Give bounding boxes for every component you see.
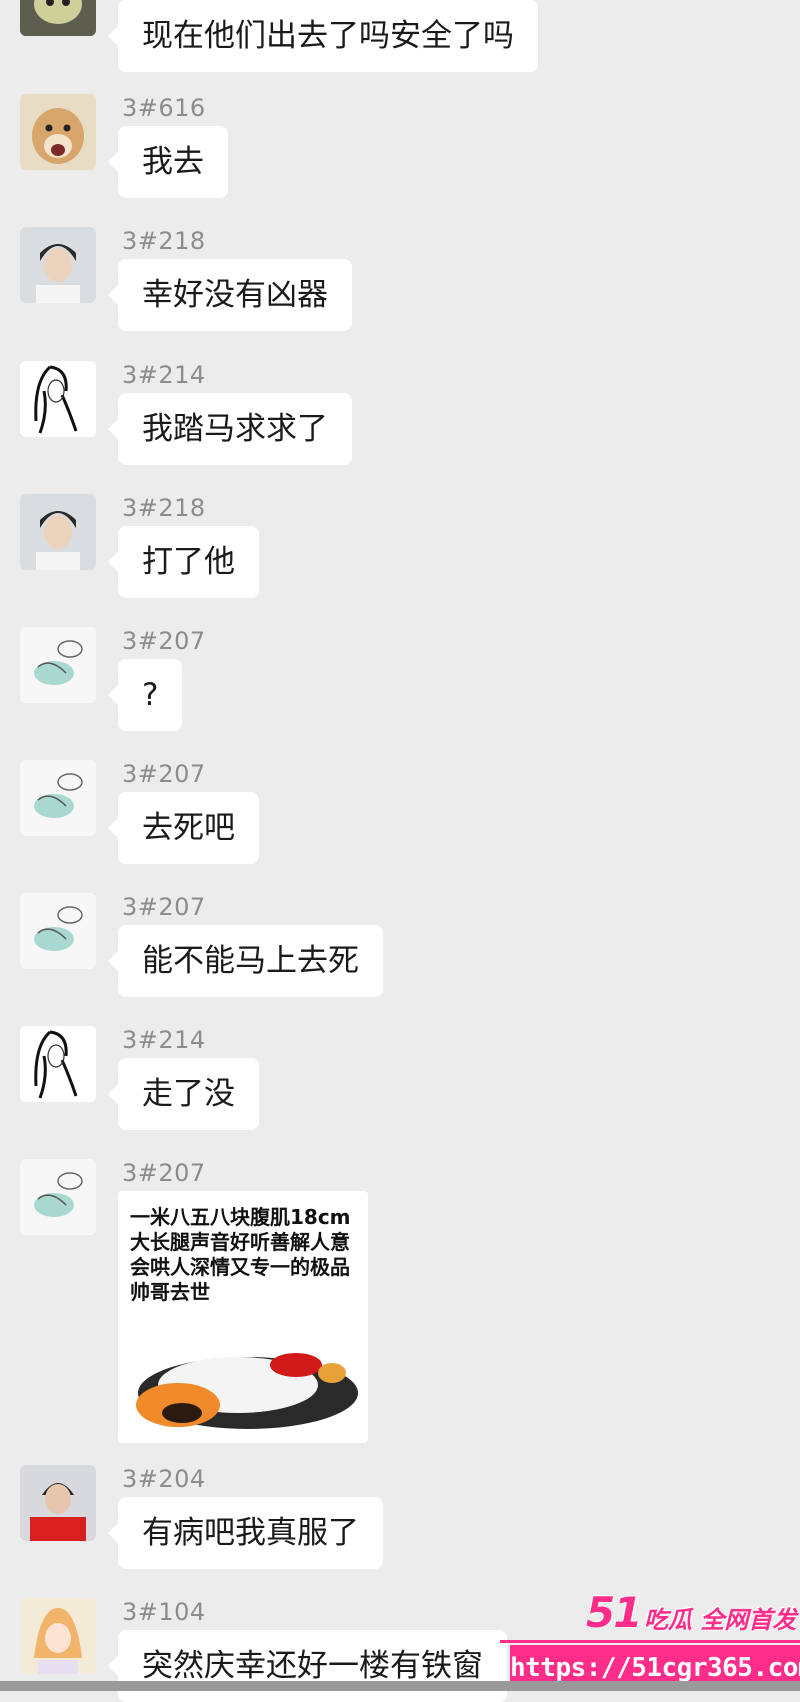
bottom-edge (0, 1681, 800, 1691)
cartoon-cat-avatar[interactable] (20, 0, 96, 36)
sender-name: 3#616 (122, 94, 206, 122)
message-bubble[interactable]: 突然庆幸还好一楼有铁窗 (108, 1630, 507, 1702)
penguin-sticker-icon (136, 1353, 358, 1429)
sender-name: 3#207 (122, 627, 206, 655)
sender-name: 3#207 (122, 893, 206, 921)
dog-avatar[interactable] (20, 94, 96, 170)
sketch-sticker-avatar[interactable] (20, 893, 96, 969)
message-bubble[interactable]: 走了没 (108, 1058, 259, 1130)
ink-sketch-woman-avatar[interactable] (20, 361, 96, 437)
message-bubble[interactable]: 现在他们出去了吗安全了吗 (108, 0, 538, 72)
watermark-divider (500, 1640, 800, 1643)
sender-name: 3#104 (122, 1598, 206, 1626)
anime-girl-avatar[interactable] (20, 1598, 96, 1674)
watermark-logo: 51 吃瓜 全网首发 (586, 1588, 800, 1638)
message-bubble[interactable]: ? (107, 659, 183, 731)
ink-sketch-woman-avatar[interactable] (20, 1026, 96, 1102)
sketch-sticker-avatar[interactable] (20, 760, 96, 836)
sender-name: 3#214 (122, 1026, 206, 1054)
sketch-sticker-avatar[interactable] (20, 627, 96, 703)
sender-name: 3#218 (122, 227, 206, 255)
message-bubble[interactable]: 打了他 (108, 526, 259, 598)
sender-name: 3#218 (122, 494, 206, 522)
message-bubble[interactable]: 我去 (108, 126, 228, 198)
chat-message-list[interactable]: 现在他们出去了吗安全了吗 3#616 我去 3#218 幸好没有凶器 3#214… (0, 0, 800, 1702)
message-bubble[interactable]: 去死吧 (108, 792, 259, 864)
sticker-caption: 一米八五八块腹肌18cm大长腿声音好听善解人意会哄人深情又专一的极品帅哥去世 (130, 1205, 351, 1304)
man-portrait-avatar[interactable] (20, 227, 96, 303)
sender-name: 3#214 (122, 361, 206, 389)
message-bubble[interactable]: 有病吧我真服了 (108, 1497, 383, 1569)
watermark-number: 51 (586, 1588, 642, 1637)
sender-name: 3#204 (122, 1465, 206, 1493)
sender-name: 3#207 (122, 1159, 206, 1187)
meme-sticker[interactable]: 一米八五八块腹肌18cm大长腿声音好听善解人意会哄人深情又专一的极品帅哥去世 (118, 1191, 368, 1443)
message-bubble[interactable]: 幸好没有凶器 (108, 259, 352, 331)
message-bubble[interactable]: 我踏马求求了 (108, 393, 352, 465)
red-shirt-man-avatar[interactable] (20, 1465, 96, 1541)
message-bubble[interactable]: 能不能马上去死 (108, 925, 383, 997)
sender-name: 3#207 (122, 760, 206, 788)
sketch-sticker-avatar[interactable] (20, 1159, 96, 1235)
watermark-tagline: 吃瓜 全网首发 (644, 1606, 797, 1634)
man-portrait-avatar[interactable] (20, 494, 96, 570)
